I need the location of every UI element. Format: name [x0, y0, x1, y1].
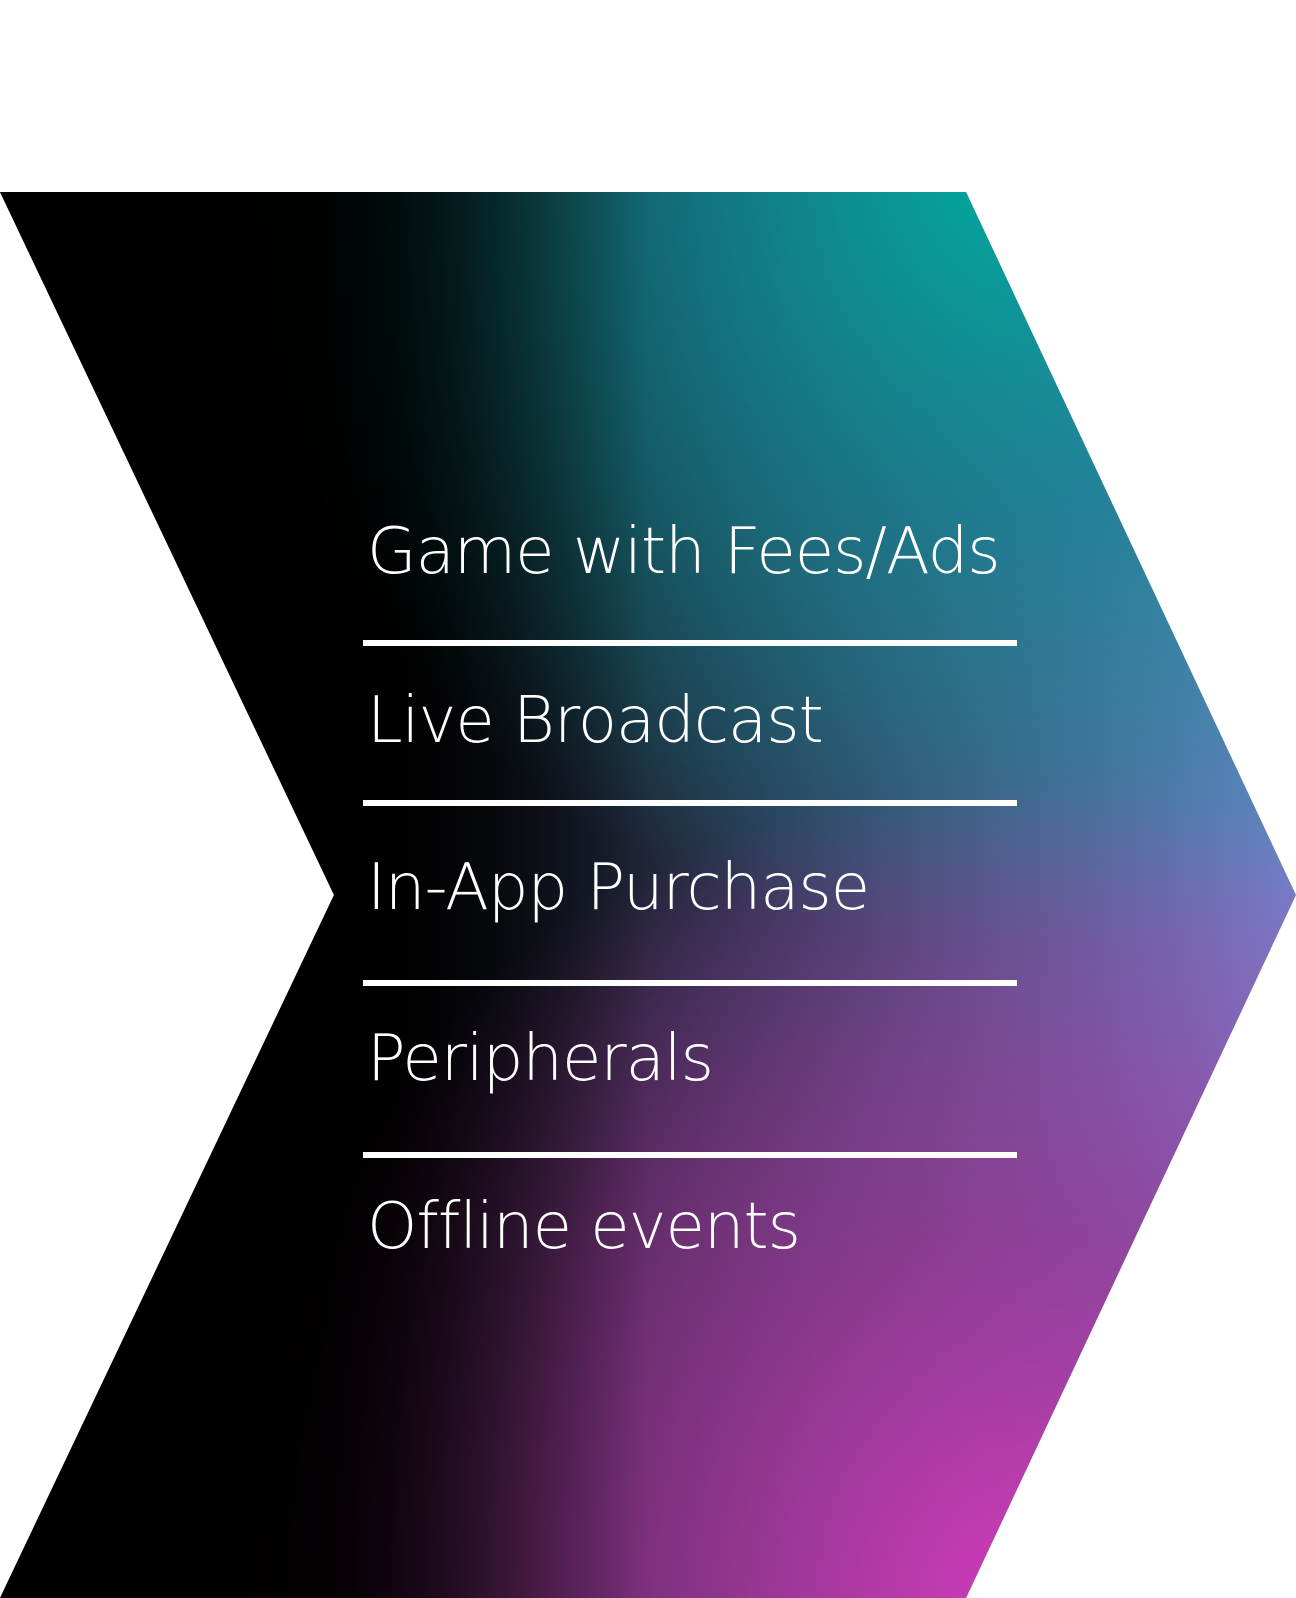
- list-item-label: Live Broadcast: [367, 684, 824, 758]
- divider-line: [363, 1152, 1017, 1158]
- revenue-stream-list: Game with Fees/Ads Live Broadcast In-App…: [0, 0, 1296, 1598]
- divider-line: [363, 800, 1017, 806]
- list-item-label: Peripherals: [367, 1022, 714, 1096]
- list-item-label: Offline events: [367, 1190, 801, 1264]
- list-item-label: In-App Purchase: [367, 851, 870, 925]
- divider-line: [363, 640, 1017, 646]
- divider-line: [363, 980, 1017, 986]
- list-item-label: Game with Fees/Ads: [367, 515, 1001, 589]
